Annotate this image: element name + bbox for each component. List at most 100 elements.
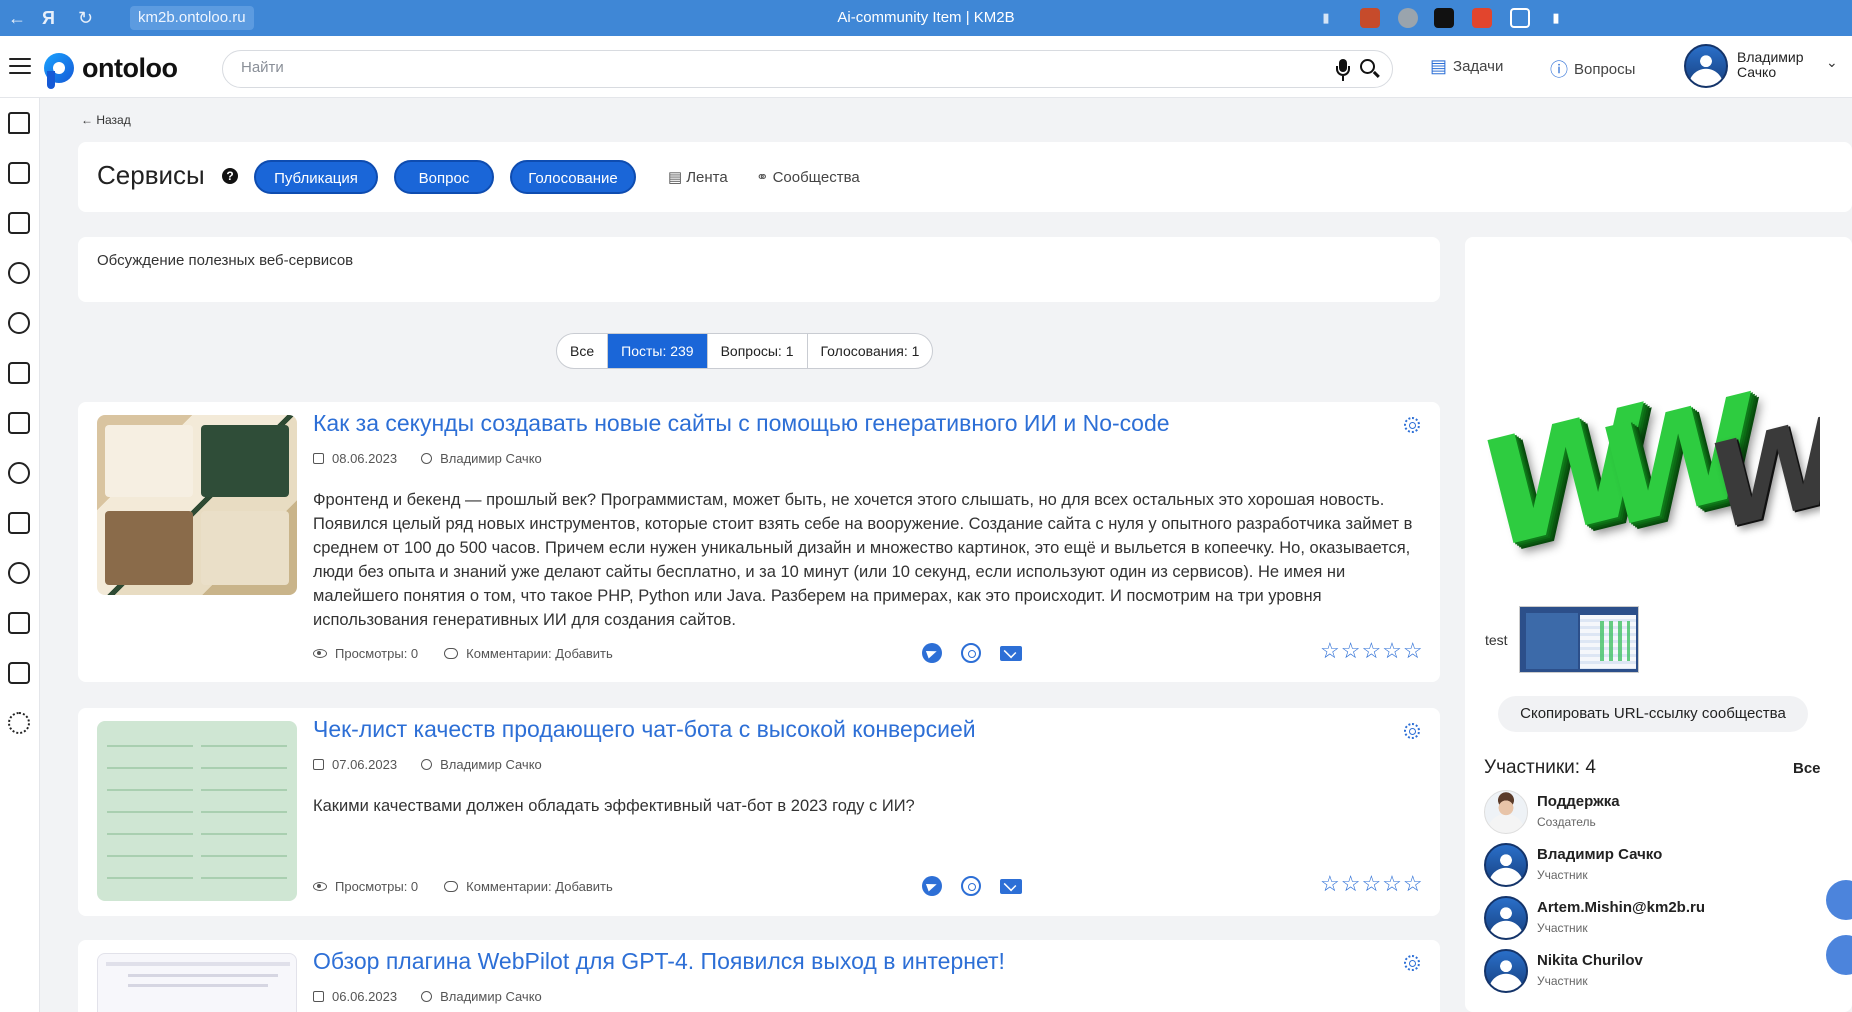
handshake-icon[interactable]: [8, 462, 30, 484]
app-header: ontoloo ▤ Задачи ⓘ Вопросы Владимир Сачк…: [0, 36, 1852, 98]
settings-gear-icon[interactable]: [8, 712, 30, 734]
microphone-icon[interactable]: [1336, 59, 1350, 81]
avatar: [1484, 790, 1528, 834]
avatar: [1484, 949, 1528, 993]
comments-link[interactable]: Комментарии: Добавить: [466, 879, 613, 894]
tab-all[interactable]: Все: [557, 334, 609, 368]
page-title: Сервисы: [97, 160, 205, 190]
telegram-icon[interactable]: [922, 876, 942, 896]
post-footer: Просмотры: 0 Комментарии: Добавить: [313, 879, 613, 894]
communities-link[interactable]: ⚭ Сообщества: [756, 168, 860, 186]
extension-icon[interactable]: [1360, 8, 1380, 28]
post-author[interactable]: Владимир Сачко: [440, 989, 542, 1004]
logo[interactable]: ontoloo: [44, 48, 178, 89]
mail-icon[interactable]: [1000, 879, 1022, 894]
bookmark-icon[interactable]: ▮: [1316, 8, 1336, 28]
participant-role: Участник: [1537, 921, 1588, 935]
viber-icon[interactable]: [961, 643, 981, 663]
participant-role: Участник: [1537, 974, 1588, 988]
help-icon[interactable]: ?: [222, 168, 238, 184]
calendar-icon: [313, 453, 324, 464]
participants-title: Участники: 4: [1484, 757, 1596, 778]
mail-icon[interactable]: [1000, 646, 1022, 661]
attachment-label: test: [1485, 632, 1508, 648]
post-thumbnail[interactable]: [97, 415, 297, 595]
user-menu[interactable]: Владимир Сачко ⌄: [1684, 44, 1852, 90]
participant-name: Поддержка: [1537, 793, 1620, 810]
settings-gear-icon[interactable]: [1404, 417, 1420, 433]
post-meta: 08.06.2023 Владимир Сачко: [313, 451, 542, 466]
clipboard-icon: ▤: [1430, 56, 1448, 76]
eye-icon: [313, 649, 327, 658]
participant-name: Владимир Сачко: [1537, 846, 1663, 863]
post-author[interactable]: Владимир Сачко: [440, 451, 542, 466]
tab-questions[interactable]: Вопросы: 1: [708, 334, 808, 368]
user-avatar: [1684, 44, 1728, 88]
post-thumbnail[interactable]: [97, 721, 297, 901]
window-title: Ai-community Item | KM2B: [837, 9, 1015, 26]
search-input[interactable]: [241, 59, 1321, 76]
question-circle-icon: ⓘ: [1550, 60, 1568, 80]
settings-gear-icon[interactable]: [1404, 955, 1420, 971]
post-thumbnail[interactable]: [97, 953, 297, 1012]
search-icon[interactable]: [1360, 59, 1380, 79]
participant-item[interactable]: Поддержка Создатель: [1484, 790, 1814, 836]
extension-icon[interactable]: [1398, 8, 1418, 28]
author-icon: [421, 759, 433, 770]
post-title[interactable]: Как за секунды создавать новые сайты с п…: [313, 410, 1170, 437]
questions-link[interactable]: ⓘ Вопросы: [1550, 56, 1635, 82]
certificate-icon[interactable]: [8, 612, 30, 634]
feed-link[interactable]: ▤ Лента: [668, 168, 728, 186]
post-author[interactable]: Владимир Сачко: [440, 757, 542, 772]
participants-all-link[interactable]: Все: [1793, 760, 1821, 777]
publication-button[interactable]: Публикация: [254, 160, 378, 194]
newspaper-icon[interactable]: [8, 512, 30, 534]
post-title[interactable]: Обзор плагина WebPilot для GPT-4. Появил…: [313, 948, 1005, 975]
extension-icon[interactable]: [1510, 8, 1530, 28]
comments-link[interactable]: Комментарии: Добавить: [466, 646, 613, 661]
tasks-link[interactable]: ▤ Задачи: [1430, 56, 1503, 77]
left-nav-rail: [0, 98, 40, 1012]
briefcase-icon[interactable]: [8, 362, 30, 384]
post-date: 08.06.2023: [332, 451, 398, 466]
tasks-label: Задачи: [1453, 58, 1504, 75]
extension-grid-icon[interactable]: [1434, 8, 1454, 28]
book-icon[interactable]: [8, 412, 30, 434]
back-link[interactable]: ← Назад: [81, 113, 131, 127]
logo-text: ontoloo: [82, 52, 178, 83]
author-icon: [421, 991, 433, 1002]
views-count: Просмотры: 0: [335, 879, 419, 894]
question-button[interactable]: Вопрос: [394, 160, 494, 194]
home-icon[interactable]: [8, 112, 30, 134]
calendar-icon: [313, 759, 324, 770]
rating-stars[interactable]: ☆☆☆☆☆: [1320, 871, 1424, 897]
extension-icon[interactable]: [1472, 8, 1492, 28]
post-title[interactable]: Чек-лист качеств продающего чат-бота с в…: [313, 716, 976, 743]
calendar-icon: [313, 991, 324, 1002]
hamburger-menu-icon[interactable]: [9, 58, 31, 76]
list-icon[interactable]: [8, 212, 30, 234]
post-date: 07.06.2023: [332, 757, 398, 772]
participant-name: Artem.Mishin@km2b.ru: [1537, 899, 1705, 916]
copy-url-button[interactable]: Скопировать URL-ссылку сообщества: [1498, 696, 1808, 732]
tab-votes[interactable]: Голосования: 1: [808, 334, 933, 368]
attachment-thumbnail[interactable]: [1519, 606, 1639, 673]
questions-label: Вопросы: [1574, 60, 1636, 78]
viber-icon[interactable]: [961, 876, 981, 896]
post-meta: 07.06.2023 Владимир Сачко: [313, 757, 542, 772]
lifebuoy-icon[interactable]: [8, 562, 30, 584]
telegram-icon[interactable]: [922, 643, 942, 663]
participant-item[interactable]: Nikita Churilov Участник: [1484, 949, 1814, 995]
lightbulb-icon[interactable]: [8, 312, 30, 334]
vote-button[interactable]: Голосование: [510, 160, 636, 194]
settings-gear-icon[interactable]: [1404, 723, 1420, 739]
participant-item[interactable]: Владимир Сачко Участник: [1484, 843, 1814, 889]
rating-stars[interactable]: ☆☆☆☆☆: [1320, 638, 1424, 664]
participant-item[interactable]: Artem.Mishin@km2b.ru Участник: [1484, 896, 1814, 942]
tab-posts[interactable]: Посты: 239: [608, 334, 708, 368]
chevron-down-icon: ⌄: [1826, 54, 1838, 70]
menu-icon[interactable]: ▮: [1546, 8, 1566, 28]
report-icon[interactable]: [8, 662, 30, 684]
user-icon[interactable]: [8, 262, 30, 284]
database-icon[interactable]: [8, 162, 30, 184]
